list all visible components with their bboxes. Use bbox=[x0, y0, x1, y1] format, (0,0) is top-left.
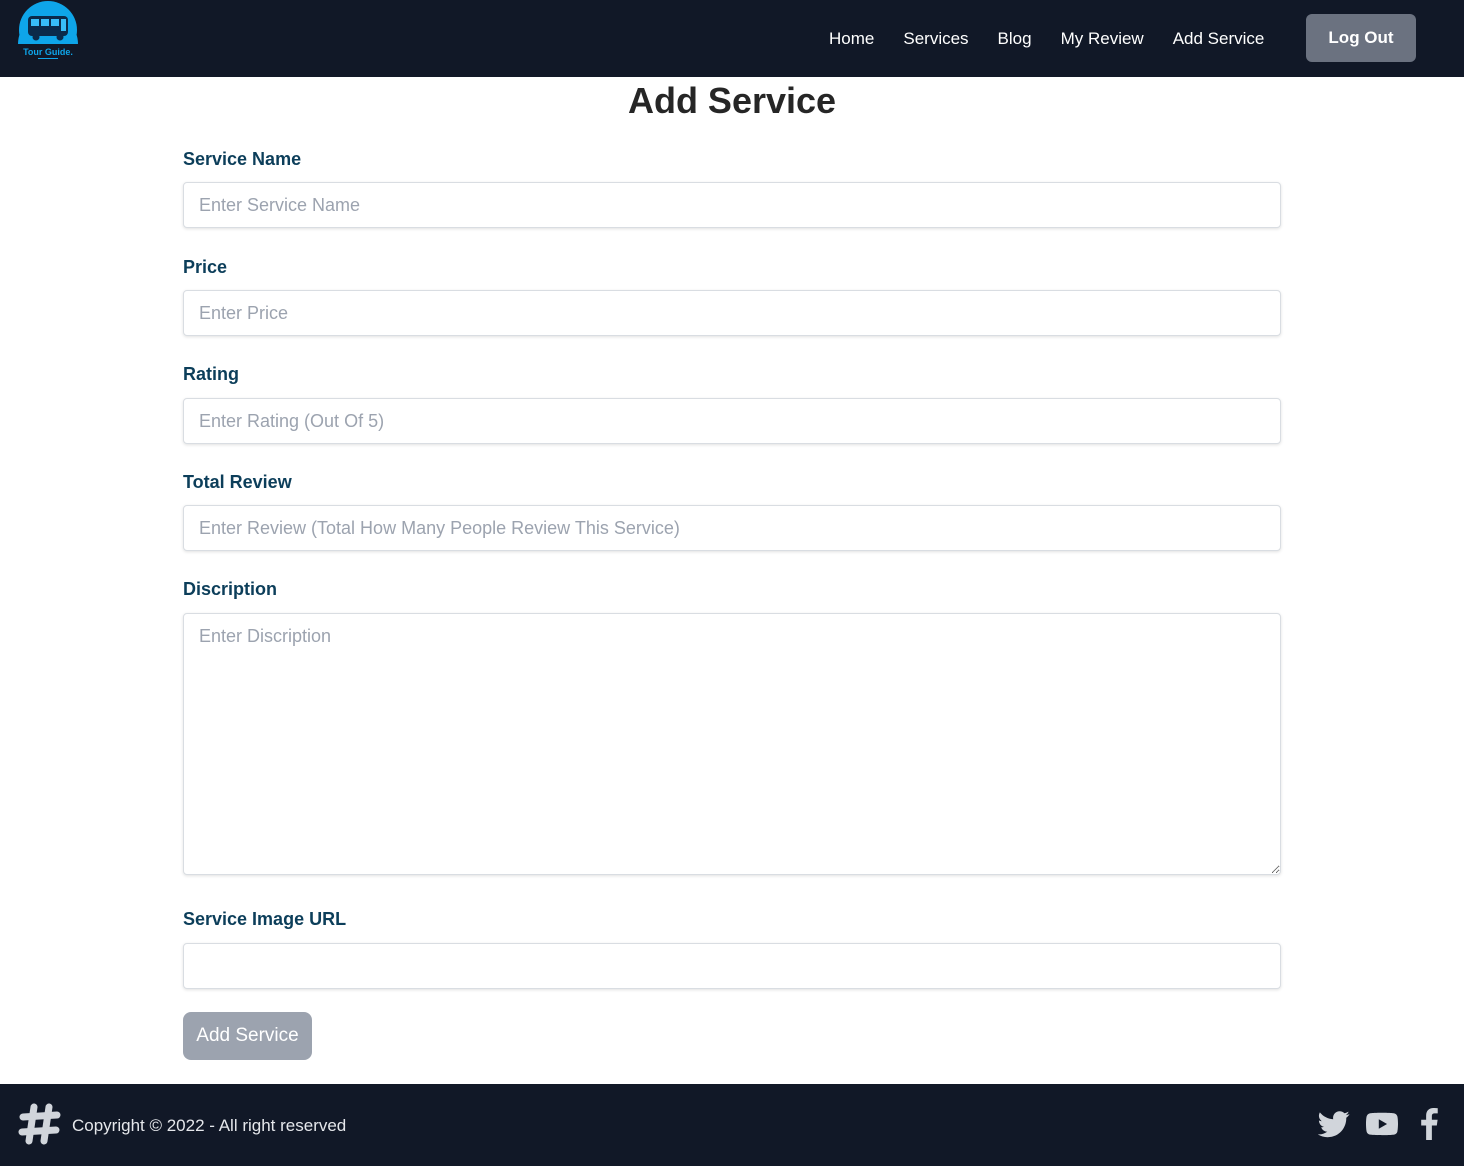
nav-add-service[interactable]: Add Service bbox=[1173, 28, 1265, 50]
nav-my-review[interactable]: My Review bbox=[1061, 28, 1144, 50]
total-review-label: Total Review bbox=[183, 472, 292, 492]
price-label: Price bbox=[183, 257, 228, 277]
copyright-text: Copyright © 2022 - All right reserved bbox=[72, 1116, 347, 1135]
nav-home[interactable]: Home bbox=[829, 28, 874, 50]
page-title: Add Service bbox=[627, 80, 837, 121]
footer: Copyright © 2022 - All right reserved bbox=[0, 1084, 1464, 1166]
service-name-label: Service Name bbox=[183, 149, 302, 169]
logo-text: Tour Guide. bbox=[23, 47, 73, 57]
navbar: Tour Guide. Home Services Blog My Review… bbox=[0, 0, 1464, 77]
description-label: Discription bbox=[183, 579, 278, 599]
total-review-input[interactable] bbox=[183, 505, 1281, 551]
tour-guide-logo[interactable]: Tour Guide. bbox=[16, 0, 80, 62]
logout-button[interactable]: Log Out bbox=[1306, 14, 1416, 62]
add-service-button[interactable]: Add Service bbox=[183, 1012, 312, 1060]
youtube-icon[interactable] bbox=[1366, 1108, 1398, 1140]
rating-input[interactable] bbox=[183, 398, 1281, 444]
bus-logo-icon: Tour Guide. bbox=[16, 1, 80, 62]
service-name-input[interactable] bbox=[183, 182, 1281, 228]
price-input[interactable] bbox=[183, 290, 1281, 336]
image-url-input[interactable] bbox=[183, 943, 1281, 989]
image-url-label: Service Image URL bbox=[183, 909, 347, 929]
rating-label: Rating bbox=[183, 364, 239, 384]
hash-icon bbox=[18, 1103, 61, 1145]
twitter-icon[interactable] bbox=[1318, 1108, 1350, 1140]
facebook-icon[interactable] bbox=[1414, 1108, 1446, 1140]
nav-services[interactable]: Services bbox=[903, 28, 968, 50]
description-textarea[interactable] bbox=[183, 613, 1281, 875]
main-nav: Home Services Blog My Review Add Service bbox=[829, 28, 1293, 50]
nav-blog[interactable]: Blog bbox=[998, 28, 1032, 50]
